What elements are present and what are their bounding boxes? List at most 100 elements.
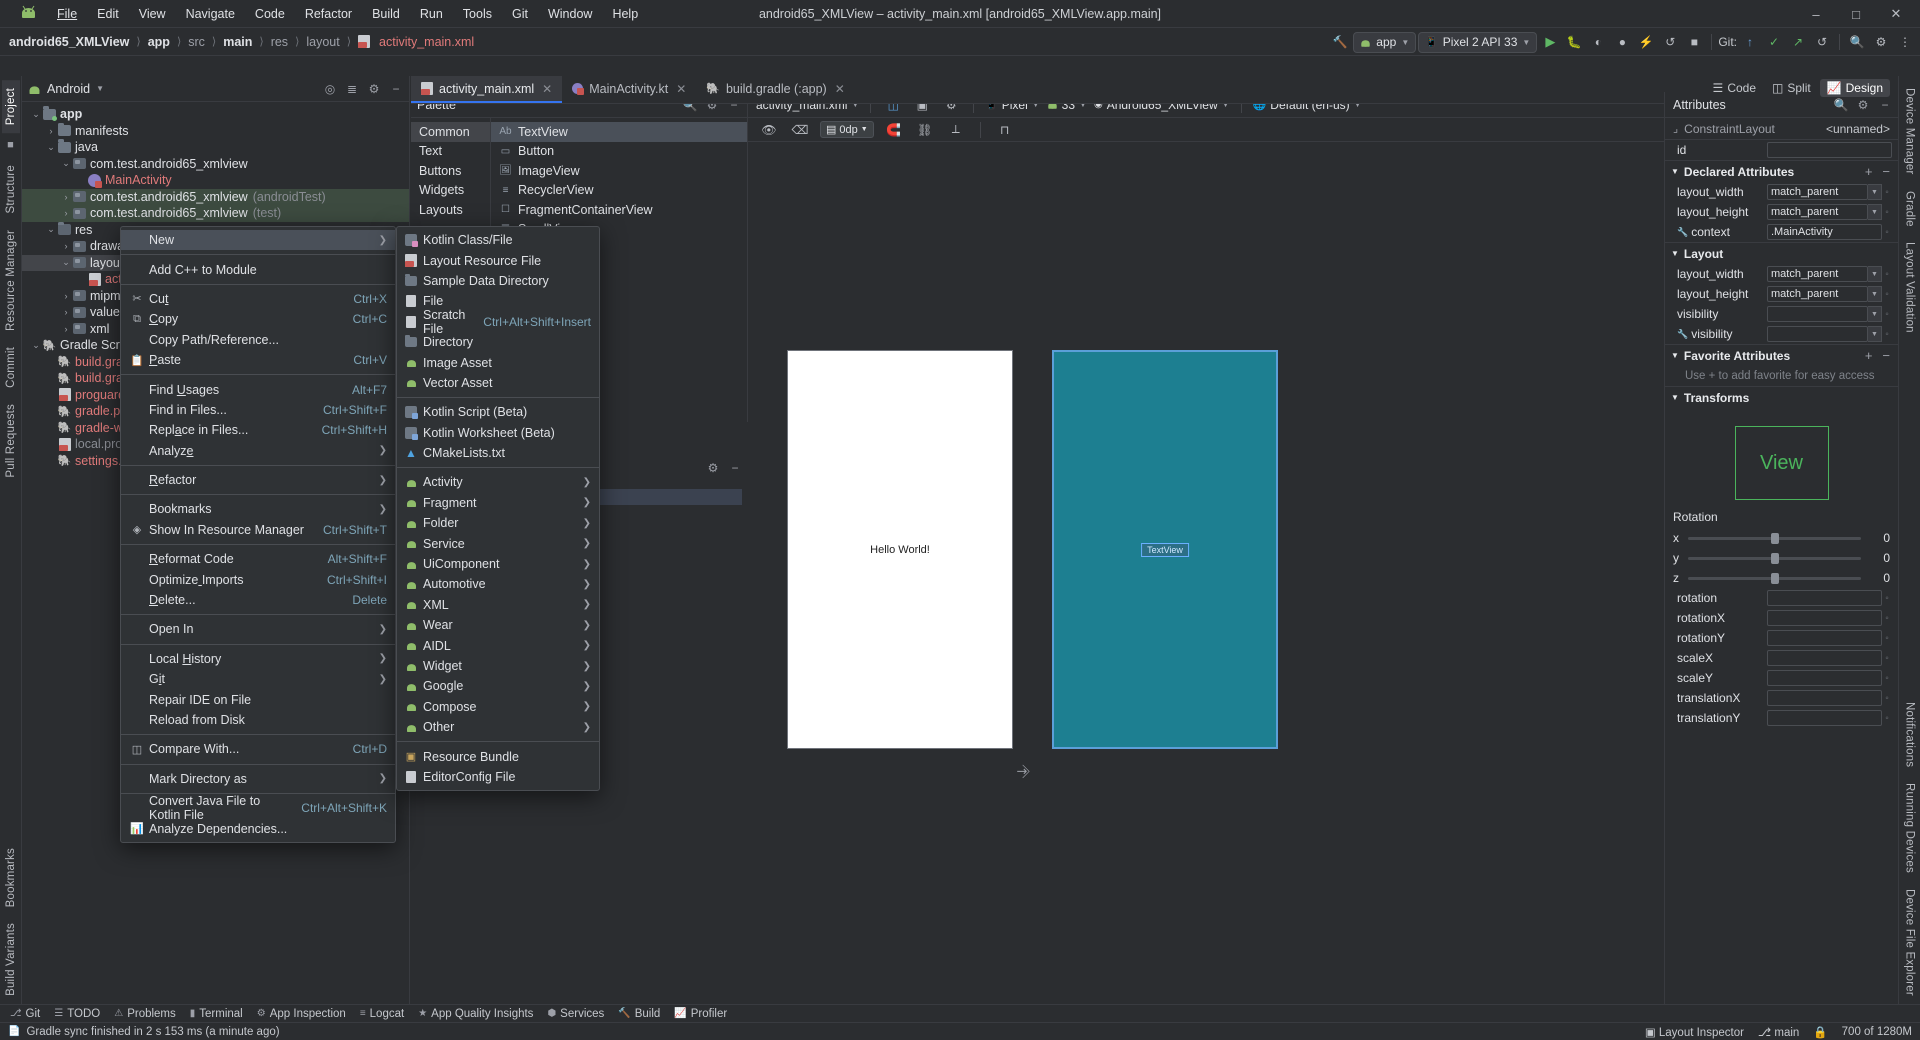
tree-node-com-test-android65-xmlview[interactable]: › com.test.android65_xmlview (test) <box>22 205 409 222</box>
git-history-icon[interactable]: ↺ <box>1811 31 1833 53</box>
context-menu-item-mark-directory-as[interactable]: Mark Directory as ❯ <box>121 769 395 789</box>
attribute-value-input[interactable] <box>1767 610 1882 626</box>
chevron-right-icon[interactable]: › <box>60 241 72 251</box>
attach-debugger-button[interactable]: ↺ <box>1659 31 1681 53</box>
section-favorite-attributes[interactable]: ▼ Favorite Attributes + − <box>1665 344 1898 366</box>
sidebar-item-layout-validation[interactable]: Layout Validation <box>1901 234 1919 341</box>
maximize-button[interactable]: □ <box>1836 0 1876 28</box>
new-menu-item-resource-bundle[interactable]: ▣ Resource Bundle <box>397 746 599 766</box>
attribute-value-input[interactable]: .MainActivity <box>1767 224 1882 240</box>
sidebar-item-running-devices[interactable]: Running Devices <box>1901 775 1919 881</box>
chevron-down-icon[interactable]: ⌄ <box>30 109 42 120</box>
view-mode-switch[interactable]: ☰ Code ◫ Split 📈 Design <box>1706 79 1890 97</box>
memory-indicator[interactable]: 700 of 1280M <box>1842 1026 1912 1038</box>
new-menu-item-activity[interactable]: Activity ❯ <box>397 472 599 492</box>
slider-track[interactable] <box>1688 572 1861 584</box>
slider-knob[interactable] <box>1770 572 1779 584</box>
context-menu-item-new[interactable]: New ❯ <box>121 230 395 251</box>
palette-category-common[interactable]: Common <box>411 122 490 142</box>
attribute-value-input[interactable] <box>1767 306 1868 322</box>
lock-icon[interactable]: 🔒 <box>1813 1025 1827 1039</box>
more-options-icon[interactable]: ⋮ <box>1894 31 1916 53</box>
slider-knob[interactable] <box>1770 532 1779 544</box>
project-context-menu[interactable]: New ❯ Add C++ to Module ✂ Cut Ctrl+X ⧉ Copy Ctrl… <box>120 226 396 843</box>
chevron-down-icon[interactable]: ⌄ <box>45 142 57 153</box>
menu-refactor[interactable]: Refactor <box>295 4 362 24</box>
palette-item-fragmentcontainerview[interactable]: ☐ FragmentContainerView <box>491 200 747 220</box>
context-menu-item-copy[interactable]: ⧉ Copy Ctrl+C <box>121 309 395 329</box>
attribute-value-input[interactable] <box>1767 630 1882 646</box>
bottom-tab-logcat[interactable]: ≡ Logcat <box>360 1008 404 1020</box>
palette-category-layouts[interactable]: Layouts <box>411 200 490 220</box>
tree-node-manifests[interactable]: › manifests <box>22 122 409 140</box>
context-menu-item-analyze-dependencies[interactable]: 📊 Analyze Dependencies... <box>121 818 395 838</box>
slider-track[interactable] <box>1688 532 1861 544</box>
chevron-down-icon[interactable]: ⌄ <box>60 257 72 268</box>
close-icon[interactable]: ✕ <box>835 82 845 96</box>
tree-node-java[interactable]: ⌄ java <box>22 139 409 156</box>
sidebar-item-device-manager[interactable]: Device Manager <box>1901 80 1919 183</box>
design-canvas[interactable]: Hello World! TextView ⇲ <box>748 154 1664 1004</box>
git-commit-icon[interactable]: ✓ <box>1763 31 1785 53</box>
build-hammer-icon[interactable]: 🔨 <box>1329 31 1351 53</box>
new-menu-item-vector-asset[interactable]: Vector Asset <box>397 373 599 393</box>
editor-tab-strip[interactable]: activity_main.xml ✕ MainActivity.kt ✕ 🐘 … <box>411 76 1664 104</box>
default-margin-control[interactable]: ▤ 0dp ▼ <box>820 121 874 138</box>
menu-git[interactable]: Git <box>502 4 538 24</box>
bottom-tab-terminal[interactable]: ▮ Terminal <box>190 1008 243 1020</box>
baseline-align-icon[interactable]: ⊓ <box>994 119 1016 141</box>
chevron-down-icon[interactable]: ▼ <box>1868 326 1882 342</box>
new-menu-item-service[interactable]: Service ❯ <box>397 533 599 553</box>
canvas-resize-handle[interactable]: ⇲ <box>1014 762 1033 781</box>
mode-design[interactable]: 📈 Design <box>1819 79 1890 97</box>
rotation-sliders[interactable]: x0y0z0 <box>1665 528 1898 588</box>
context-menu-item-show-in-resource-manager[interactable]: ◈ Show In Resource Manager Ctrl+Shift+T <box>121 520 395 540</box>
git-push-icon[interactable]: ↗ <box>1787 31 1809 53</box>
infer-constraints-icon[interactable]: ⟂ <box>945 119 967 141</box>
new-menu-item-aidl[interactable]: AIDL ❯ <box>397 635 599 655</box>
attribute-value-input[interactable]: match_parent <box>1767 204 1868 220</box>
new-menu-item-xml[interactable]: XML ❯ <box>397 595 599 615</box>
bottom-tab-app-quality-insights[interactable]: ★ App Quality Insights <box>418 1008 533 1020</box>
breadcrumb-main[interactable]: main <box>220 34 255 50</box>
eye-icon[interactable]: 👁 <box>758 119 780 141</box>
blueprint-textview-node[interactable]: TextView <box>1141 542 1189 557</box>
new-menu-item-editorconfig-file[interactable]: EditorConfig File <box>397 767 599 787</box>
tree-node-mainactivity[interactable]: MainActivity <box>22 172 409 189</box>
section-transforms[interactable]: ▼ Transforms <box>1665 386 1898 408</box>
context-menu-item-find-in-files[interactable]: Find in Files... Ctrl+Shift+F <box>121 400 395 420</box>
sidebar-item-project[interactable]: Project <box>1 80 20 134</box>
palette-category-text[interactable]: Text <box>411 142 490 162</box>
mode-split[interactable]: ◫ Split <box>1765 79 1818 97</box>
new-menu-item-compose[interactable]: Compose ❯ <box>397 697 599 717</box>
transform-view-preview[interactable]: View <box>1734 426 1829 500</box>
new-menu-item-google[interactable]: Google ❯ <box>397 676 599 696</box>
attribute-value-input[interactable] <box>1767 690 1882 706</box>
run-button[interactable]: ▶ <box>1539 31 1561 53</box>
search-icon[interactable]: 🔍 <box>1846 31 1868 53</box>
breadcrumb-project[interactable]: android65_XMLView <box>6 34 132 50</box>
slider-track[interactable] <box>1688 552 1861 564</box>
new-menu-item-kotlin-worksheet-beta[interactable]: Kotlin Worksheet (Beta) <box>397 423 599 443</box>
new-menu-item-image-asset[interactable]: Image Asset <box>397 352 599 372</box>
context-menu-item-find-usages[interactable]: Find Usages Alt+F7 <box>121 379 395 399</box>
collapse-all-icon[interactable]: ≣ <box>343 80 361 98</box>
sidebar-item-bookmarks[interactable]: Bookmarks <box>2 840 20 915</box>
chevron-right-icon[interactable]: › <box>60 192 72 202</box>
sidebar-item-commit[interactable]: Commit <box>2 339 20 396</box>
add-attribute-button[interactable]: + <box>1865 164 1873 179</box>
project-view-selector[interactable]: Android <box>47 82 90 96</box>
close-button[interactable]: ✕ <box>1876 0 1916 28</box>
attribute-value-input[interactable] <box>1767 710 1882 726</box>
section-declared-attributes[interactable]: ▼ Declared Attributes + − <box>1665 160 1898 182</box>
sidebar-item-gradle[interactable]: Gradle <box>1901 183 1919 235</box>
design-preview-blueprint[interactable]: TextView <box>1052 350 1278 749</box>
locate-icon[interactable]: ◎ <box>321 80 339 98</box>
sidebar-item-device-file-explorer[interactable]: Device File Explorer <box>1901 881 1919 1004</box>
context-menu-item-optimize-imports[interactable]: Optimize Imports Ctrl+Shift+I <box>121 569 395 589</box>
bottom-tab-git[interactable]: ⎇ Git <box>10 1008 40 1020</box>
tab-activity-main-xml[interactable]: activity_main.xml ✕ <box>411 76 563 103</box>
sidebar-item-pull-requests[interactable]: Pull Requests <box>2 396 20 486</box>
menu-help[interactable]: Help <box>602 4 648 24</box>
device-selector[interactable]: 📱 Pixel 2 API 33 ▼ <box>1418 31 1538 53</box>
